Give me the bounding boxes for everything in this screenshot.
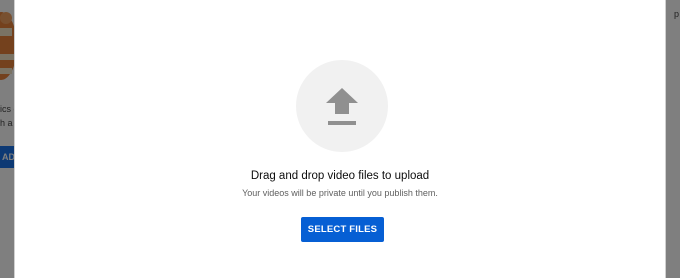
dialog-subtitle: Your videos will be private until you pu… [242,188,438,198]
dialog-title: Drag and drop video files to upload [250,170,430,182]
upload-drop-target[interactable] [296,60,388,152]
upload-arrow-icon [326,88,358,125]
viewport: ics d h a AD p Drag and drop video files… [0,0,680,278]
upload-dialog: Drag and drop video files to upload Your… [14,0,666,278]
select-files-button[interactable]: SELECT FILES [301,217,384,242]
